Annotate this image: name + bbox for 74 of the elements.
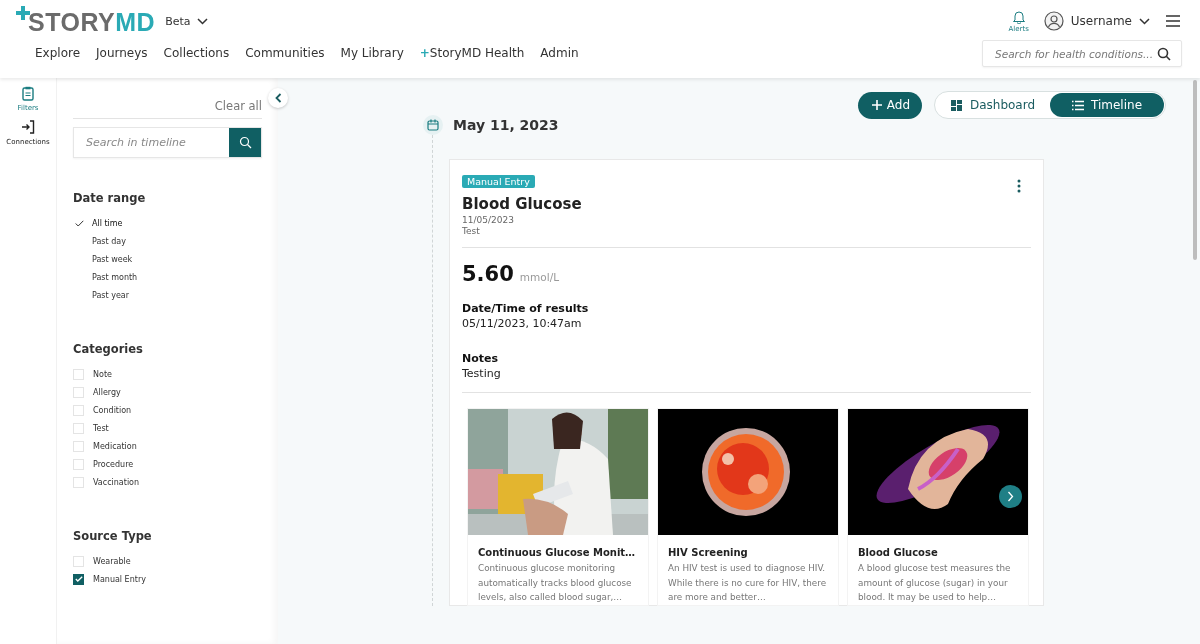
section-heading: Categories — [73, 342, 144, 356]
chevron-down-icon — [1139, 17, 1150, 25]
article-summary: Continuous glucose monitoring automatically tracks blood glucose levels, also called blood sugar,… — [478, 562, 633, 604]
nav-link[interactable]: Collections — [155, 44, 238, 62]
checkbox-label: Medication — [93, 441, 137, 451]
checkbox-label: Manual Entry — [93, 574, 146, 584]
list-icon — [1072, 99, 1084, 111]
search-field[interactable]: Search in timeline — [73, 127, 262, 158]
search-field[interactable]: Search for health conditions... — [982, 40, 1182, 67]
article-title: HIV Screening — [668, 547, 749, 558]
search-input[interactable]: Search for health conditions... — [993, 46, 1157, 61]
calendar-icon — [423, 115, 443, 135]
checkbox-label: Allergy — [93, 387, 121, 397]
enter-icon — [21, 120, 35, 135]
checkbox-label: Vaccination — [93, 477, 140, 487]
reading-value: 5.60 — [462, 262, 514, 286]
checkbox-label: Wearable — [93, 556, 131, 566]
field-value: Testing — [462, 367, 502, 380]
nav-link[interactable]: +StoryMD Health — [411, 44, 533, 62]
logo[interactable]: STORYMD — [16, 6, 156, 36]
checkbox-label: Test — [93, 423, 109, 433]
chevron-right-icon — [1007, 491, 1014, 502]
checkbox-label: Note — [93, 369, 112, 379]
entry-date: 11/05/2023 — [462, 215, 515, 225]
date-range-option[interactable]: Past day — [92, 236, 126, 246]
article-summary: A blood glucose test measures the amount of glucose (sugar) in your blood. It may be used to help… — [858, 562, 1012, 604]
search-icon — [1157, 46, 1171, 61]
field-value: 05/11/2023, 10:47am — [462, 317, 583, 330]
field-label: Date/Time of results — [462, 302, 590, 315]
field-label: Notes — [462, 352, 500, 365]
clear-all-link[interactable]: Clear all — [214, 99, 262, 113]
bell-icon — [1011, 9, 1026, 24]
dashboard-icon — [950, 99, 963, 111]
plus-icon — [871, 100, 882, 110]
chevron-down-icon — [196, 18, 208, 25]
reading-unit: mmol/L — [519, 271, 559, 283]
checkbox[interactable] — [73, 573, 84, 585]
search-icon — [238, 136, 252, 149]
add-button[interactable]: Add — [857, 91, 922, 119]
checkbox-label: Procedure — [93, 459, 134, 469]
avatar-icon — [1043, 11, 1064, 31]
user-menu[interactable]: Username — [1043, 11, 1150, 31]
menu-icon[interactable] — [1166, 15, 1180, 27]
date-range-option[interactable]: All time — [92, 218, 123, 228]
article-summary: An HIV test is used to diagnose HIV. While there is no cure for HIV, there are more and better… — [668, 562, 828, 604]
checkbox-label: Condition — [93, 405, 132, 415]
scrollbar[interactable] — [1193, 80, 1197, 260]
date-range-option[interactable]: Past week — [92, 254, 133, 264]
date-range-option[interactable]: Past month — [92, 272, 138, 282]
article-card[interactable]: Continuous Glucose Monit… Continuous glucose monitoring automatically tracks blood glucose levels, also called blood sugar,… — [468, 409, 648, 605]
view-tab[interactable]: Dashboard — [936, 93, 1050, 117]
nav-link[interactable]: Communities — [237, 44, 333, 62]
entry-category: Test — [462, 226, 481, 236]
clipboard-icon — [21, 86, 35, 101]
more-options-icon[interactable] — [1017, 179, 1021, 193]
article-title: Blood Glucose — [858, 547, 939, 558]
section-heading: Source Type — [73, 529, 153, 543]
chevron-left-icon — [274, 93, 282, 103]
source-tag: Manual Entry — [462, 175, 535, 188]
collapse-button[interactable] — [268, 88, 288, 108]
entry-title: Blood Glucose — [462, 195, 582, 213]
nav-link[interactable]: Admin — [532, 44, 587, 62]
nav-link[interactable]: Explore — [27, 44, 89, 62]
view-tab[interactable]: Timeline — [1050, 93, 1164, 117]
nav-link[interactable]: My Library — [332, 44, 412, 62]
edition-dropdown[interactable]: Beta — [165, 15, 208, 28]
search-button[interactable] — [229, 128, 261, 157]
search-input[interactable]: Search in timeline — [74, 128, 229, 157]
section-heading: Date range — [73, 191, 147, 205]
date-range-option[interactable]: Past year — [92, 290, 130, 300]
article-card[interactable]: Blood Glucose A blood glucose test measures the amount of glucose (sugar) in your blood. It may be used to help… — [848, 409, 1028, 605]
article-title: Continuous Glucose Monit… — [478, 547, 637, 558]
timeline-date: May 11, 2023 — [453, 117, 559, 133]
nav-link[interactable]: Journeys — [88, 44, 156, 62]
